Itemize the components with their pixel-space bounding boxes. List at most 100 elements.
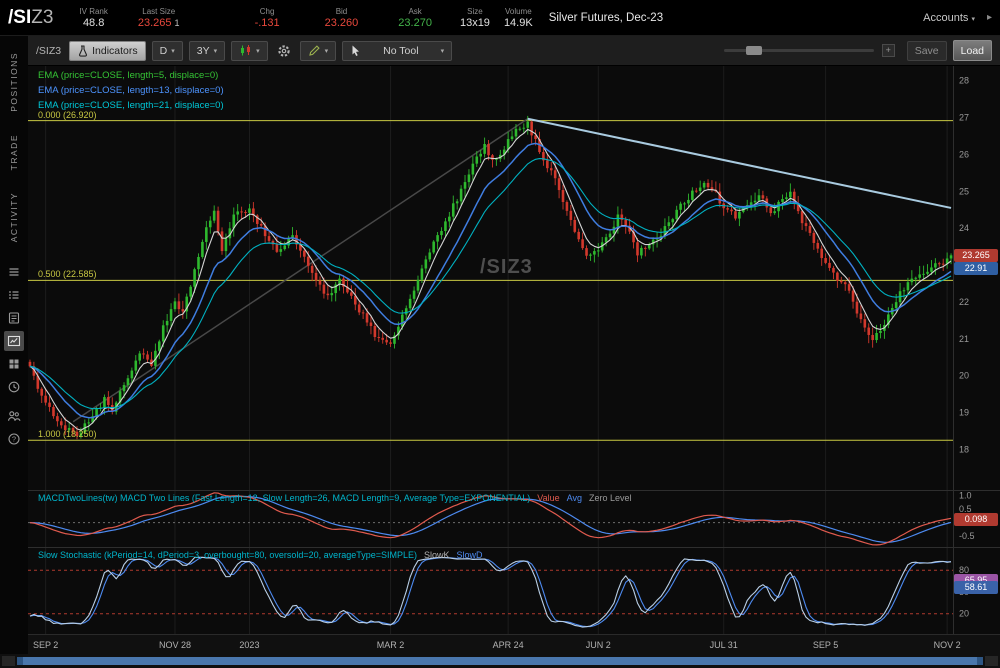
pencil-icon [308,44,321,57]
price-axis-tick: 20 [959,371,969,381]
ema-lines [30,129,951,430]
descending-trendline[interactable] [528,119,951,208]
quote-fields: IV Rank 48.8 Last Size 23.2651 Chg -.131… [79,6,532,30]
flask-icon [77,45,88,57]
instrument-description: Silver Futures, Dec-23 [549,12,663,24]
zoom-control: + [724,44,895,57]
sidebar-tab-trade[interactable]: TRADE [9,134,19,170]
quote-header: /SIZ3 IV Rank 48.8 Last Size 23.2651 Chg… [0,0,1000,36]
symbol-suffix: Z3 [31,7,53,28]
drawings-dropdown[interactable]: ▾ [300,41,337,61]
chevron-down-icon: ▾ [256,47,260,55]
chevron-down-icon: ▾ [325,47,329,55]
time-axis-label: JUL 31 [710,640,738,650]
community-people-icon[interactable] [4,406,24,426]
price-axis-tick: 24 [959,223,969,233]
scrollbar-right-cap[interactable] [985,656,998,666]
time-axis[interactable]: SEP 2 NOV 28 2023 MAR 2 APR 24 JUN 2 JUL 31 SEP… [28,634,1000,654]
orders-icon[interactable] [4,308,24,328]
time-axis-label: SEP 5 [813,640,838,650]
expand-button[interactable]: + [882,44,895,57]
macd-axis-tick: 1.0 [959,490,972,500]
ascending-trendline[interactable] [73,119,528,422]
time-axis-label: 2023 [239,640,259,650]
time-axis-label: APR 24 [493,640,524,650]
zoom-slider-handle[interactable] [746,46,762,55]
stochastic-axis-tick: 50 [959,587,969,597]
symbol-logo: /SIZ3 [8,7,53,29]
chevron-down-icon: ▾ [971,16,975,23]
trading-platform-window: /SIZ3 IV Rank 48.8 Last Size 23.2651 Chg… [0,0,1000,668]
scrollbar-left-cap[interactable] [2,656,15,666]
chevron-down-icon: ▾ [441,47,445,55]
quote-field-size: Size 13x19 [460,6,490,30]
time-scrollbar [0,654,1000,668]
drawing-tool-dropdown[interactable]: No Tool ▾ [342,41,452,61]
load-button[interactable]: Load [953,40,992,61]
price-axis-tick: 27 [959,113,969,123]
macd-axis-tick: 0.5 [959,504,972,514]
price-chart-panel[interactable]: 18 19 20 21 22 23 24 25 26 27 28 [28,66,1000,490]
sidebar-tab-positions[interactable]: POSITIONS [9,52,19,112]
grid-icon[interactable] [4,354,24,374]
price-axis-tick: 26 [959,149,969,159]
price-axis-tick: 21 [959,334,969,344]
macd-axis-tick: 0.0 [959,518,972,528]
zoom-slider[interactable] [724,49,874,52]
help-icon[interactable]: ? [4,429,24,449]
aggregation-dropdown[interactable]: D▾ [152,41,183,61]
candlestick-icon [239,44,252,57]
chevron-down-icon: ▾ [214,47,218,55]
candles-layer [29,116,953,439]
gear-icon [277,44,291,58]
macd-panel[interactable]: 1.0 0.5 0.0 -0.5 [28,490,1000,547]
quote-field-ask: Ask 23.270 [398,6,432,30]
menu-icon[interactable] [4,262,24,282]
watchlist-icon[interactable] [4,285,24,305]
fib-retracement-lines[interactable] [28,121,953,441]
accounts-dropdown[interactable]: Accounts ▾ [923,12,975,24]
chart-toolbar: /SIZ3 Indicators D▾ 3Y▾ ▾ ▾ No Tool ▾ [28,36,1000,66]
time-axis-label: MAR 2 [377,640,405,650]
chart-icon[interactable] [4,331,24,351]
collapse-panel-icon[interactable]: ▸ [987,12,992,23]
scrollbar-range-bar[interactable] [17,657,983,665]
chart-symbol-tab[interactable]: /SIZ3 [36,45,61,57]
quote-field-iv-rank: IV Rank 48.8 [79,6,107,30]
macd-price-axis[interactable]: 1.0 0.5 0.0 -0.5 [959,490,975,541]
cursor-icon [350,44,361,57]
left-nav-sidebar: POSITIONS TRADE ACTIVITY ? [0,36,28,654]
stochastic-panel[interactable]: 80 50 20 [28,547,1000,634]
price-price-axis[interactable]: 18 19 20 21 22 23 24 25 26 27 28 [959,76,969,455]
stochastic-axis-tick: 20 [959,609,969,619]
scrollbar-right-grip[interactable] [977,657,983,665]
chart-area: 18 19 20 21 22 23 24 25 26 27 28 1.0 0.5 0.0 -0.5 80 5… [28,66,1000,654]
range-dropdown[interactable]: 3Y▾ [189,41,225,61]
price-axis-tick: 22 [959,297,969,307]
symbol-root: /SI [8,7,31,28]
indicators-button[interactable]: Indicators [69,41,146,61]
sidebar-tab-activity[interactable]: ACTIVITY [9,192,19,242]
price-axis-tick: 28 [959,76,969,86]
svg-text:?: ? [12,435,16,444]
time-axis-label: NOV 28 [159,640,191,650]
quote-field-chg: Chg -.131 [255,6,280,30]
chart-settings-button[interactable] [274,41,294,61]
scrollbar-left-grip[interactable] [17,657,23,665]
stochastic-price-axis[interactable]: 80 50 20 [959,565,969,619]
time-axis-label: JUN 2 [586,640,611,650]
stochastic-axis-tick: 80 [959,565,969,575]
time-axis-label: NOV 2 [934,640,961,650]
price-axis-tick: 18 [959,444,969,454]
time-axis-label: SEP 2 [33,640,58,650]
price-axis-tick: 25 [959,186,969,196]
chart-type-dropdown[interactable]: ▾ [231,41,268,61]
gridlines [46,66,947,490]
macd-axis-tick: -0.5 [959,531,975,541]
save-button[interactable]: Save [907,41,947,61]
price-axis-tick: 19 [959,408,969,418]
price-axis-tick: 23 [959,260,969,270]
chevron-down-icon: ▾ [171,47,175,55]
quote-field-last-size: Last Size 23.2651 [138,6,180,30]
history-clock-icon[interactable] [4,377,24,397]
